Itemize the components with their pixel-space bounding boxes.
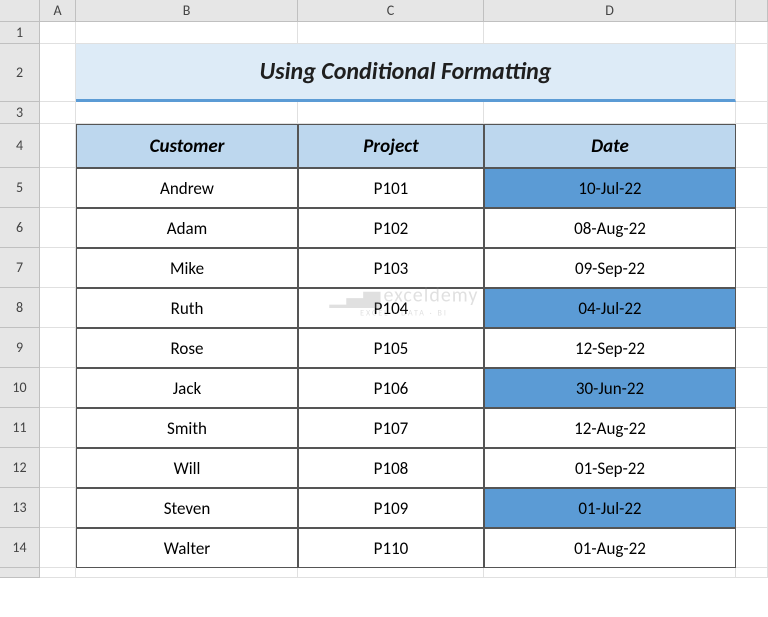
- cell-customer[interactable]: Walter: [76, 528, 298, 568]
- cell[interactable]: [76, 102, 298, 124]
- cell[interactable]: [736, 568, 768, 578]
- cell[interactable]: [736, 208, 768, 248]
- cell[interactable]: [40, 102, 76, 124]
- row-header[interactable]: 2: [0, 44, 40, 102]
- cell-date[interactable]: 12-Sep-22: [484, 328, 736, 368]
- cell[interactable]: [736, 22, 768, 44]
- cell-project[interactable]: P105: [298, 328, 484, 368]
- row-header[interactable]: 1: [0, 22, 40, 44]
- col-header-b[interactable]: B: [76, 0, 298, 21]
- cell[interactable]: [736, 408, 768, 448]
- cell-date[interactable]: 01-Jul-22: [484, 488, 736, 528]
- cell-project[interactable]: P106: [298, 368, 484, 408]
- cell[interactable]: [40, 288, 76, 328]
- cell[interactable]: [40, 568, 76, 578]
- cell[interactable]: [40, 528, 76, 568]
- cell[interactable]: [40, 248, 76, 288]
- row-header[interactable]: 7: [0, 248, 40, 288]
- cell[interactable]: [40, 328, 76, 368]
- row-header[interactable]: 12: [0, 448, 40, 488]
- cell-date[interactable]: 04-Jul-22: [484, 288, 736, 328]
- cell-project[interactable]: P110: [298, 528, 484, 568]
- cell-area: Using Conditional Formatting Customer Pr…: [40, 22, 768, 578]
- cell[interactable]: [40, 44, 76, 102]
- cell[interactable]: [40, 408, 76, 448]
- cell-project[interactable]: P101: [298, 168, 484, 208]
- cell-date[interactable]: 30-Jun-22: [484, 368, 736, 408]
- cell[interactable]: [484, 22, 736, 44]
- cell[interactable]: [736, 248, 768, 288]
- cell-customer[interactable]: Smith: [76, 408, 298, 448]
- cell-date[interactable]: 01-Sep-22: [484, 448, 736, 488]
- cell-customer[interactable]: Mike: [76, 248, 298, 288]
- row-header[interactable]: 5: [0, 168, 40, 208]
- cell[interactable]: [298, 22, 484, 44]
- row-header[interactable]: 3: [0, 102, 40, 124]
- cell-customer[interactable]: Steven: [76, 488, 298, 528]
- col-header-c[interactable]: C: [298, 0, 484, 21]
- row-header[interactable]: 10: [0, 368, 40, 408]
- cell-customer[interactable]: Will: [76, 448, 298, 488]
- col-header-e[interactable]: [736, 0, 768, 21]
- col-header-a[interactable]: A: [40, 0, 76, 21]
- row-header[interactable]: 6: [0, 208, 40, 248]
- cell-customer[interactable]: Rose: [76, 328, 298, 368]
- cell[interactable]: [736, 488, 768, 528]
- cell-date[interactable]: 08-Aug-22: [484, 208, 736, 248]
- cell[interactable]: [736, 168, 768, 208]
- cell-project[interactable]: P107: [298, 408, 484, 448]
- cell-customer[interactable]: Jack: [76, 368, 298, 408]
- select-all-corner[interactable]: [0, 0, 40, 21]
- row-header[interactable]: 11: [0, 408, 40, 448]
- cell-customer[interactable]: Andrew: [76, 168, 298, 208]
- cell[interactable]: [736, 528, 768, 568]
- row-header-column: 1 2 3 4 5 6 7 8 9 10 11 12 13 14: [0, 22, 40, 578]
- cell[interactable]: [484, 568, 736, 578]
- col-header-d[interactable]: D: [484, 0, 736, 21]
- row-header[interactable]: 13: [0, 488, 40, 528]
- cell-date[interactable]: 09-Sep-22: [484, 248, 736, 288]
- cell[interactable]: [736, 448, 768, 488]
- cell[interactable]: [298, 102, 484, 124]
- cell-project[interactable]: P103: [298, 248, 484, 288]
- header-date[interactable]: Date: [484, 124, 736, 168]
- cell-project[interactable]: P104: [298, 288, 484, 328]
- row-header[interactable]: 9: [0, 328, 40, 368]
- cell[interactable]: [76, 568, 298, 578]
- cell[interactable]: [298, 568, 484, 578]
- header-project[interactable]: Project: [298, 124, 484, 168]
- cell[interactable]: [40, 124, 76, 168]
- title-cell[interactable]: Using Conditional Formatting: [76, 44, 736, 102]
- cell-customer[interactable]: Adam: [76, 208, 298, 248]
- cell[interactable]: [736, 124, 768, 168]
- cell[interactable]: [40, 448, 76, 488]
- cell[interactable]: [40, 208, 76, 248]
- cell[interactable]: [736, 102, 768, 124]
- cell[interactable]: [736, 288, 768, 328]
- cell[interactable]: [76, 22, 298, 44]
- cell-date[interactable]: 01-Aug-22: [484, 528, 736, 568]
- cell[interactable]: [40, 22, 76, 44]
- cell[interactable]: [736, 368, 768, 408]
- cell[interactable]: [40, 488, 76, 528]
- spreadsheet-grid: A B C D 1 2 3 4 5 6 7 8 9 10 11 12 13 14: [0, 0, 768, 617]
- cell-project[interactable]: P102: [298, 208, 484, 248]
- cell[interactable]: [736, 328, 768, 368]
- row-header[interactable]: 4: [0, 124, 40, 168]
- cell-project[interactable]: P108: [298, 448, 484, 488]
- row-header[interactable]: 14: [0, 528, 40, 568]
- cell[interactable]: [40, 368, 76, 408]
- cell[interactable]: [484, 102, 736, 124]
- cell-date[interactable]: 12-Aug-22: [484, 408, 736, 448]
- cell-customer[interactable]: Ruth: [76, 288, 298, 328]
- cell[interactable]: [40, 168, 76, 208]
- cell-project[interactable]: P109: [298, 488, 484, 528]
- header-customer[interactable]: Customer: [76, 124, 298, 168]
- column-header-row: A B C D: [0, 0, 768, 22]
- row-header[interactable]: 8: [0, 288, 40, 328]
- row-header[interactable]: [0, 568, 40, 578]
- cell-date[interactable]: 10-Jul-22: [484, 168, 736, 208]
- cell[interactable]: [736, 44, 768, 102]
